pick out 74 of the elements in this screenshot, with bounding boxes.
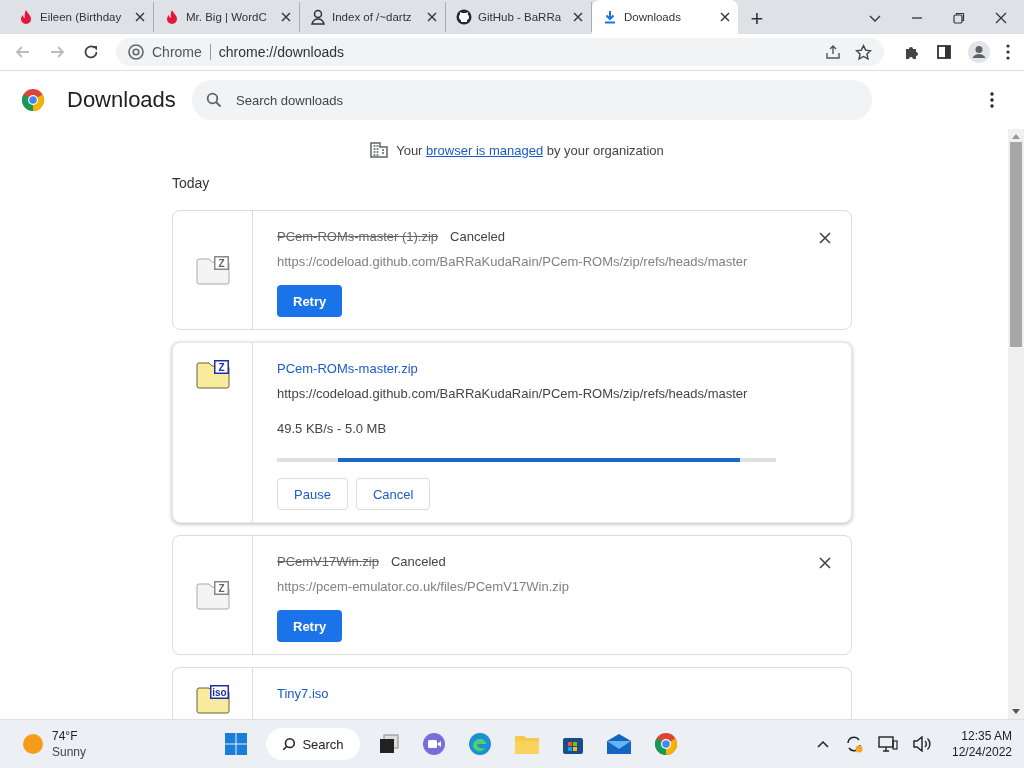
- blank-file-icon: Z: [195, 580, 230, 610]
- archive-file-icon: Z: [195, 359, 230, 389]
- sun-icon: [22, 733, 44, 755]
- search-icon: [282, 737, 297, 751]
- close-icon[interactable]: [281, 12, 291, 22]
- close-icon[interactable]: [135, 12, 145, 22]
- side-panel-icon[interactable]: [936, 44, 952, 60]
- archive-file-icon: iso: [195, 684, 230, 714]
- managed-notice: Your browser is managed by your organization: [396, 142, 664, 158]
- figure-icon: [310, 9, 326, 25]
- address-bar[interactable]: Chrome chrome://downloads: [116, 38, 884, 66]
- browser-tab[interactable]: Eileen (Birthday: [8, 2, 154, 32]
- file-name: PCemV17Win.zip: [277, 553, 379, 569]
- profile-icon[interactable]: [968, 41, 990, 63]
- download-icon: [602, 9, 618, 25]
- browser-tab[interactable]: Mr. Big | WordC: [154, 2, 300, 32]
- url-text: chrome://downloads: [218, 44, 345, 60]
- new-tab-button[interactable]: +: [742, 4, 772, 34]
- close-icon[interactable]: [994, 11, 1008, 25]
- section-heading: Today: [172, 175, 211, 191]
- browser-tab[interactable]: Downloads: [592, 0, 738, 34]
- scroll-thumb[interactable]: [1010, 142, 1022, 347]
- site-label: Chrome: [152, 44, 202, 60]
- action-button[interactable]: Pause: [277, 478, 348, 510]
- flame-icon: [18, 9, 34, 25]
- file-name[interactable]: PCem-ROMs-master.zip: [277, 360, 418, 376]
- source-url: https://codeload.github.com/BaRRaKudaRain/PCem-ROMs/zip/refs/heads/master: [277, 386, 749, 401]
- puzzle-icon[interactable]: [904, 44, 920, 60]
- close-icon[interactable]: [720, 12, 730, 22]
- page-title: Downloads: [67, 87, 177, 113]
- speaker-icon[interactable]: [911, 735, 932, 753]
- search-field[interactable]: Search downloads: [192, 80, 872, 120]
- close-icon[interactable]: [573, 12, 583, 22]
- flame-icon: [164, 9, 180, 25]
- clock-date[interactable]: 12/24/2022: [951, 744, 1012, 760]
- download-status: Canceled: [450, 228, 505, 244]
- scrollbar[interactable]: [1008, 129, 1024, 719]
- managed-link[interactable]: browser is managed: [426, 142, 544, 158]
- taskbar-search[interactable]: Search: [266, 728, 360, 760]
- temperature: 74°F: [52, 728, 79, 744]
- blank-file-icon: Z: [195, 255, 230, 285]
- mail-icon[interactable]: [605, 733, 632, 755]
- file-name: PCem-ROMs-master (1).zip: [277, 228, 439, 244]
- source-url: https://pcem-emulator.co.uk/files/PCemV17Win.zip: [277, 579, 570, 594]
- source-url: https://codeload.github.com/BaRRaKudaRain/PCem-ROMs/zip/refs/heads/master: [277, 254, 749, 269]
- star-icon[interactable]: [855, 43, 872, 61]
- video-chat-icon[interactable]: [421, 732, 446, 756]
- close-icon[interactable]: [427, 12, 437, 22]
- weather-condition: Sunny: [52, 744, 87, 760]
- share-icon[interactable]: [825, 44, 841, 60]
- network-icon[interactable]: [877, 735, 898, 753]
- search-icon: [206, 92, 222, 108]
- restore-icon[interactable]: [952, 11, 966, 25]
- file-name[interactable]: Tiny7.iso: [277, 685, 329, 701]
- close-icon[interactable]: [819, 557, 831, 569]
- menu-icon[interactable]: [1006, 44, 1010, 60]
- download-speed: 49.5 KB/s - 5.0 MB: [277, 421, 388, 436]
- retry-button[interactable]: Retry: [277, 285, 343, 317]
- browser-tab[interactable]: GitHub - BaRRa: [446, 2, 592, 32]
- action-button[interactable]: Cancel: [355, 478, 431, 510]
- reload-icon[interactable]: [82, 43, 100, 61]
- windows-icon[interactable]: [224, 732, 249, 756]
- retry-button[interactable]: Retry: [277, 610, 343, 642]
- download-status: Canceled: [390, 553, 446, 569]
- window-stack-icon[interactable]: [377, 733, 400, 755]
- clock-time[interactable]: 12:35 AM: [961, 728, 1012, 744]
- cat-icon: [456, 9, 472, 25]
- chrome-logo-icon: [21, 88, 45, 112]
- scroll-down-icon[interactable]: [1012, 709, 1020, 715]
- building-icon: [370, 142, 389, 158]
- browser-tab[interactable]: Index of /~dartz: [300, 2, 446, 32]
- edge-icon[interactable]: [467, 732, 492, 756]
- close-icon[interactable]: [819, 232, 831, 244]
- more-options-icon[interactable]: [990, 92, 994, 108]
